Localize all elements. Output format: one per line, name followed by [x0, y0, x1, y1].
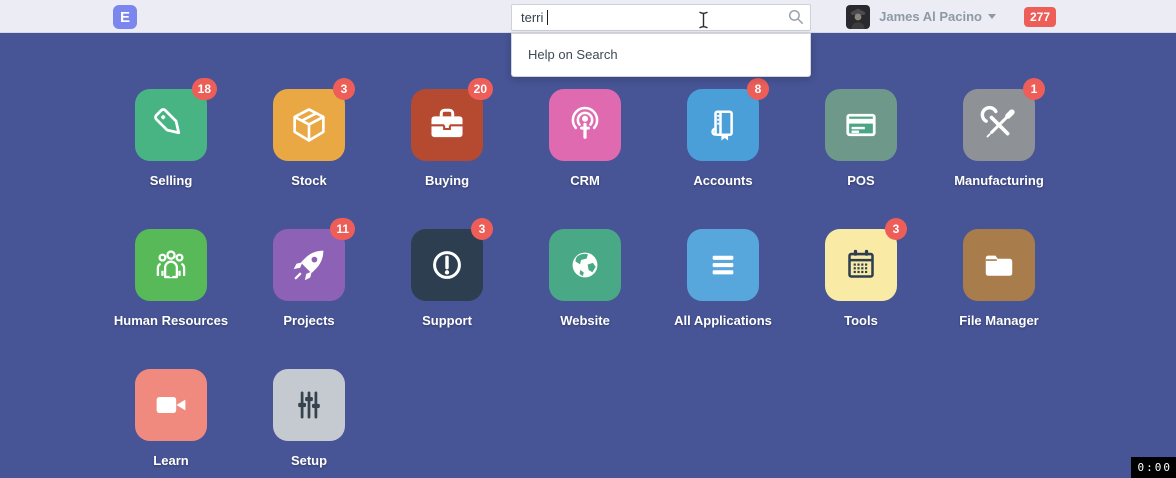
module-label: All Applications	[674, 313, 772, 328]
user-name[interactable]: James Al Pacino	[879, 9, 982, 24]
module-cell-file-manager: File Manager	[930, 229, 1068, 328]
module-tile-accounts[interactable]: 8	[687, 89, 759, 161]
module-tile-human-resources[interactable]	[135, 229, 207, 301]
navbar-user-area: James Al Pacino 277	[846, 0, 1056, 33]
module-cell-learn: Learn	[102, 369, 240, 468]
module-row: Human Resources 11 Projects 3 Support Webs…	[102, 229, 1068, 328]
module-cell-support: 3 Support	[378, 229, 516, 328]
module-label: Selling	[150, 173, 193, 188]
module-cell-buying: 20 Buying	[378, 89, 516, 188]
top-navbar: E James Al Pacino 277	[0, 0, 1176, 33]
text-caret	[547, 10, 548, 25]
module-tile-stock[interactable]: 3	[273, 89, 345, 161]
module-row: 18Selling 3Stock 20Buying CRM 8Accounts …	[102, 89, 1068, 188]
search-dropdown-item-help[interactable]: Help on Search	[512, 34, 810, 76]
briefcase-icon	[424, 102, 470, 148]
ledger-icon	[700, 102, 746, 148]
globe-icon	[562, 242, 608, 288]
module-tile-pos[interactable]	[825, 89, 897, 161]
organization-icon	[148, 242, 194, 288]
module-cell-pos: POS	[792, 89, 930, 188]
video-camera-icon	[148, 382, 194, 428]
module-tile-file-manager[interactable]	[963, 229, 1035, 301]
module-label: Tools	[844, 313, 878, 328]
module-tile-website[interactable]	[549, 229, 621, 301]
broadcast-icon	[562, 102, 608, 148]
module-label: Projects	[283, 313, 334, 328]
modules-grid: 18Selling 3Stock 20Buying CRM 8Accounts …	[102, 89, 1068, 478]
module-cell-tools: 3 Tools	[792, 229, 930, 328]
module-label: Support	[422, 313, 472, 328]
module-cell-stock: 3 Stock	[240, 89, 378, 188]
user-avatar[interactable]	[846, 5, 870, 29]
three-bars-icon	[700, 242, 746, 288]
module-count-badge: 1	[1023, 78, 1045, 100]
notification-count-badge[interactable]: 277	[1024, 7, 1056, 27]
module-tile-buying[interactable]: 20	[411, 89, 483, 161]
folder-icon	[976, 242, 1022, 288]
module-label: Buying	[425, 173, 469, 188]
module-tile-all-applications[interactable]	[687, 229, 759, 301]
module-tile-learn[interactable]	[135, 369, 207, 441]
chevron-down-icon[interactable]	[988, 14, 996, 19]
module-tile-manufacturing[interactable]: 1	[963, 89, 1035, 161]
module-count-badge: 20	[468, 78, 493, 100]
recording-timer: 0:00	[1131, 457, 1176, 478]
module-tile-selling[interactable]: 18	[135, 89, 207, 161]
module-label: Manufacturing	[954, 173, 1044, 188]
module-count-badge: 8	[747, 78, 769, 100]
module-cell-accounts: 8 Accounts	[654, 89, 792, 188]
credit-card-icon	[838, 102, 884, 148]
module-tile-support[interactable]: 3	[411, 229, 483, 301]
module-cell-human-resources: Human Resources	[102, 229, 240, 328]
package-icon	[286, 102, 332, 148]
global-search	[511, 4, 811, 31]
module-count-badge: 3	[333, 78, 355, 100]
module-count-badge: 3	[885, 218, 907, 240]
search-input[interactable]	[511, 4, 811, 31]
search-icon[interactable]	[788, 9, 804, 25]
tools-icon	[976, 102, 1022, 148]
search-dropdown: Help on Search	[511, 33, 811, 77]
module-tile-projects[interactable]: 11	[273, 229, 345, 301]
app-logo[interactable]: E	[113, 5, 137, 29]
sliders-icon	[286, 382, 332, 428]
module-label: POS	[847, 173, 874, 188]
calendar-icon	[838, 242, 884, 288]
module-row: Learn Setup	[102, 369, 1068, 468]
issue-icon	[424, 242, 470, 288]
tag-icon	[148, 102, 194, 148]
module-tile-crm[interactable]	[549, 89, 621, 161]
module-label: CRM	[570, 173, 600, 188]
module-cell-all-applications: All Applications	[654, 229, 792, 328]
module-cell-manufacturing: 1 Manufacturing	[930, 89, 1068, 188]
module-label: Learn	[153, 453, 188, 468]
module-cell-selling: 18 Selling	[102, 89, 240, 188]
module-tile-tools[interactable]: 3	[825, 229, 897, 301]
module-label: Website	[560, 313, 610, 328]
rocket-icon	[286, 242, 332, 288]
module-count-badge: 3	[471, 218, 493, 240]
module-cell-projects: 11 Projects	[240, 229, 378, 328]
module-label: Accounts	[693, 173, 752, 188]
module-cell-setup: Setup	[240, 369, 378, 468]
module-label: Human Resources	[114, 313, 228, 328]
module-cell-crm: CRM	[516, 89, 654, 188]
module-label: Stock	[291, 173, 326, 188]
module-count-badge: 11	[330, 218, 355, 240]
module-label: File Manager	[959, 313, 1038, 328]
module-label: Setup	[291, 453, 327, 468]
module-count-badge: 18	[192, 78, 217, 100]
module-tile-setup[interactable]	[273, 369, 345, 441]
module-cell-website: Website	[516, 229, 654, 328]
